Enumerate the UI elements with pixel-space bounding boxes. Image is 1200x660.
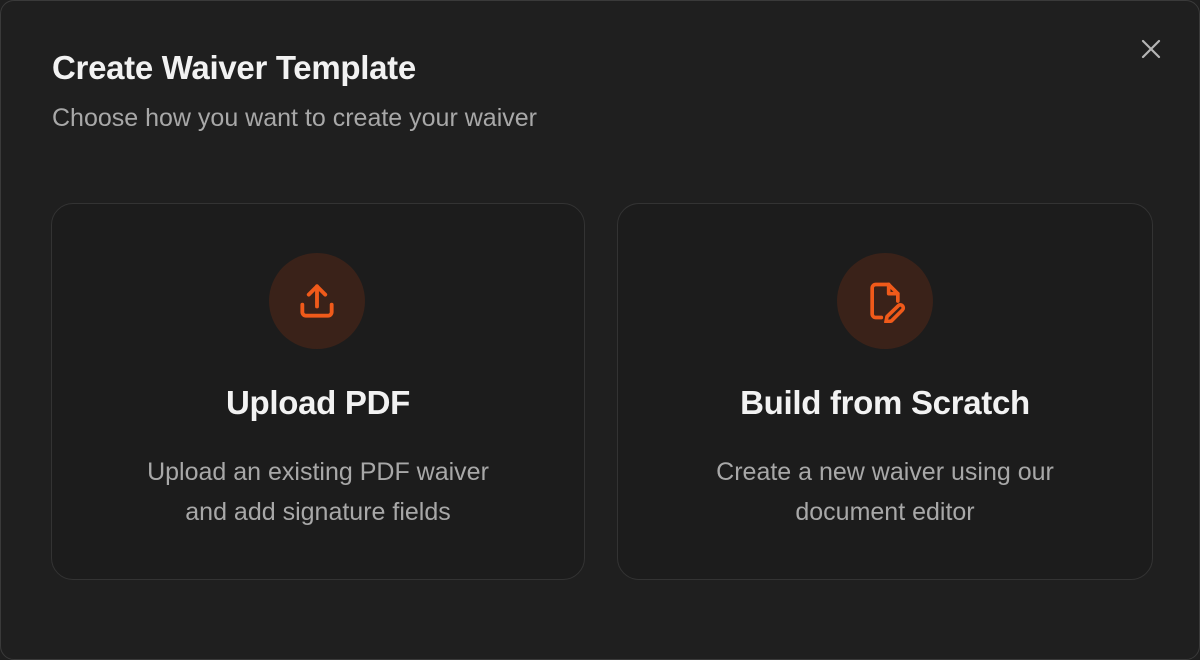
upload-pdf-description: Upload an existing PDF waiver and add si… — [52, 452, 584, 532]
build-from-scratch-description: Create a new waiver using our document e… — [618, 452, 1152, 532]
close-button[interactable] — [1137, 35, 1165, 63]
create-waiver-dialog: Create Waiver Template Choose how you wa… — [0, 0, 1200, 660]
build-from-scratch-card[interactable]: Build from Scratch Create a new waiver u… — [617, 203, 1153, 580]
build-from-scratch-description-line1: Create a new waiver using our — [716, 458, 1054, 486]
build-from-scratch-title: Build from Scratch — [740, 384, 1030, 421]
upload-pdf-card[interactable]: Upload PDF Upload an existing PDF waiver… — [51, 203, 585, 580]
upload-icon — [300, 284, 334, 318]
close-icon — [1141, 39, 1161, 59]
upload-pdf-title: Upload PDF — [226, 384, 410, 421]
upload-pdf-description-line1: Upload an existing PDF waiver — [147, 458, 489, 486]
file-edit-icon-circle — [837, 253, 933, 349]
dialog-title: Create Waiver Template — [52, 49, 416, 86]
upload-pdf-description-line2: and add signature fields — [185, 498, 451, 526]
build-from-scratch-description-line2: document editor — [795, 498, 975, 526]
dialog-subtitle: Choose how you want to create your waive… — [52, 104, 537, 132]
upload-icon-circle — [269, 253, 365, 349]
file-edit-icon — [870, 282, 906, 323]
